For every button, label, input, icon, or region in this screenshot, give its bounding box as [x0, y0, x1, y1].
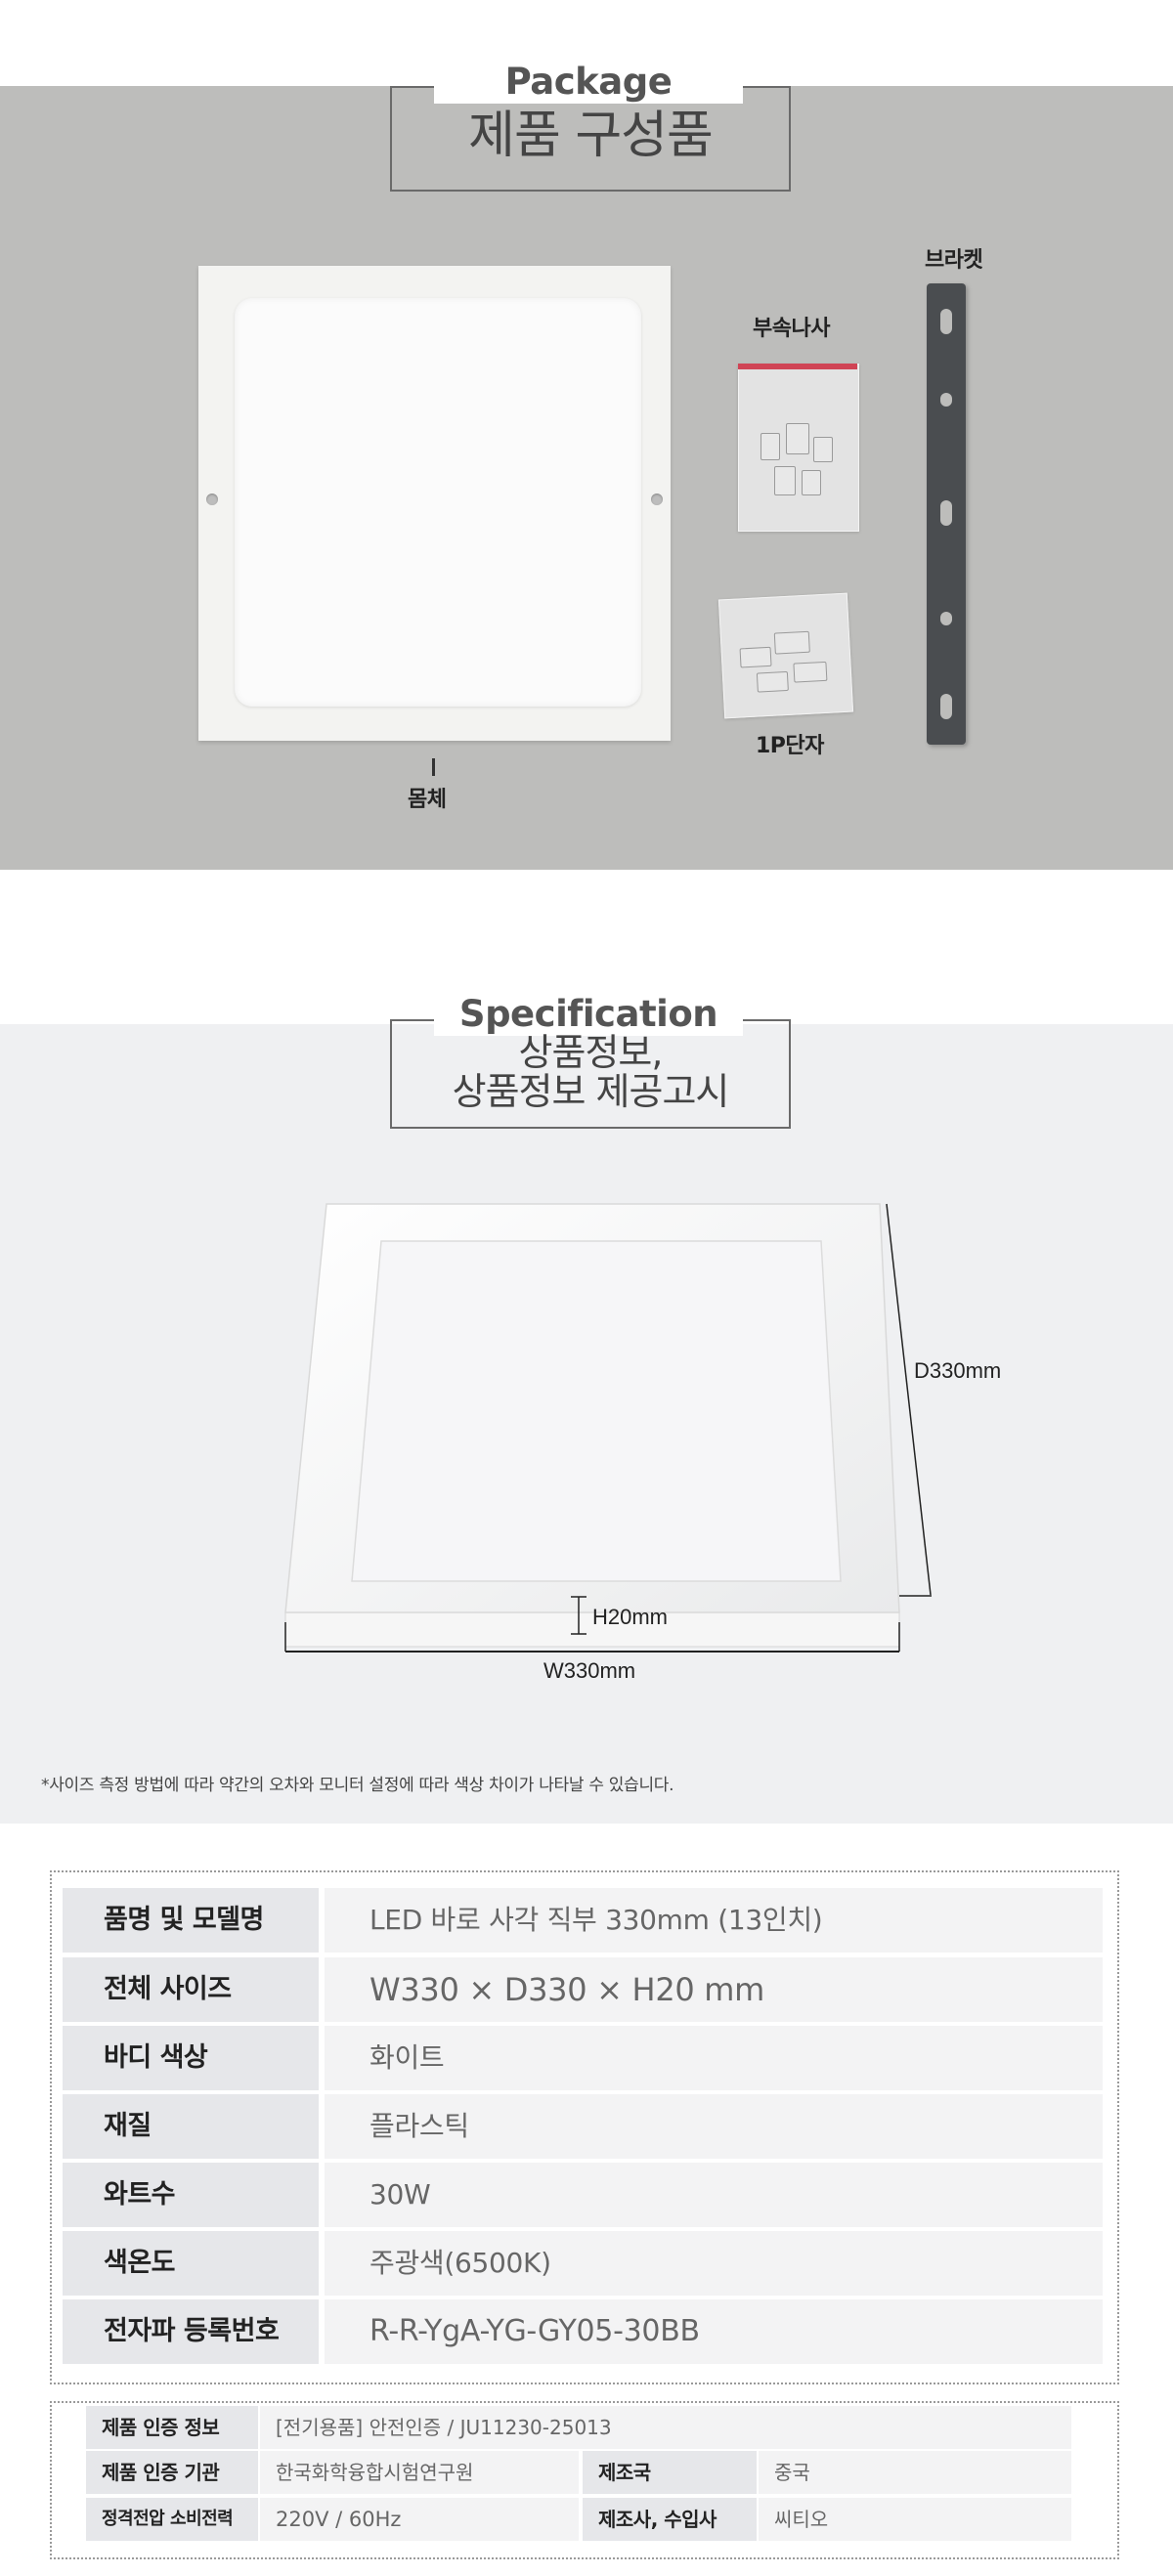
maker-key: 제조사, 수입사	[583, 2498, 757, 2541]
spec-value-emc-registration: R-R-YgA-YG-GY05-30BB	[325, 2299, 1103, 2364]
maker-value: 씨티오	[759, 2498, 1071, 2541]
bracket-slot	[940, 612, 952, 625]
origin-key: 제조국	[583, 2451, 757, 2494]
package-title: 제품 구성품	[468, 107, 714, 165]
power-value: 220V / 60Hz	[260, 2498, 579, 2541]
mounting-hole-right	[651, 494, 663, 505]
spec-value-size: W330 × D330 × H20 mm	[325, 1957, 1103, 2022]
bracket-slot	[940, 694, 952, 719]
height-dimension-label: H20mm	[592, 1605, 669, 1629]
screw-piece	[802, 470, 821, 495]
specification-caption: Specification	[434, 993, 743, 1036]
table-row: 전체 사이즈 W330 × D330 × H20 mm	[63, 1957, 1103, 2022]
spec-value-model: LED 바로 사각 직부 330mm (13인치)	[325, 1888, 1103, 1953]
size-disclaimer-note: *사이즈 측정 방법에 따라 약간의 오차와 모니터 설정에 따라 색상 차이가…	[41, 1776, 674, 1795]
screws-bag	[738, 364, 859, 532]
cert-info-value: [전기용품] 안전인증 / JU11230-25013	[260, 2406, 1071, 2449]
bag-seal-strip	[738, 364, 857, 369]
cert-org-value: 한국화학융합시험연구원	[260, 2451, 579, 2494]
panel-diffuser	[351, 1240, 842, 1582]
table-row: 재질 플라스틱	[63, 2094, 1103, 2159]
specification-title-line2: 상품정보 제공고시	[452, 1070, 730, 1113]
spec-key-color: 바디 색상	[63, 2026, 319, 2090]
bracket-label: 브라켓	[925, 248, 983, 273]
light-diffuser	[235, 298, 641, 707]
package-caption: Package	[434, 61, 743, 104]
screw-piece	[760, 433, 780, 460]
spec-key-wattage: 와트수	[63, 2163, 319, 2227]
bracket-slot	[940, 500, 952, 526]
cert-org-key: 제품 인증 기관	[86, 2451, 258, 2494]
bracket	[927, 283, 966, 745]
terminal-piece	[739, 646, 772, 668]
bracket-slot	[940, 393, 952, 407]
depth-dimension-label: D330mm	[914, 1358, 1002, 1383]
product-dimension-drawing	[284, 1203, 932, 1653]
screws-label: 부속나사	[753, 317, 830, 341]
spec-key-material: 재질	[63, 2094, 319, 2159]
body-label: 몸체	[408, 788, 447, 812]
spec-value-color-temperature: 주광색(6500K)	[325, 2231, 1103, 2296]
table-row: 색온도 주광색(6500K)	[63, 2231, 1103, 2296]
power-key: 정격전압 소비전력	[86, 2498, 258, 2541]
spec-value-material: 플라스틱	[325, 2094, 1103, 2159]
terminal-label: 1P단자	[756, 734, 824, 758]
spec-key-size: 전체 사이즈	[63, 1957, 319, 2022]
table-row: 와트수 30W	[63, 2163, 1103, 2227]
table-row: 품명 및 모델명 LED 바로 사각 직부 330mm (13인치)	[63, 1888, 1103, 1953]
terminal-piece	[793, 661, 828, 683]
table-row: 바디 색상 화이트	[63, 2026, 1103, 2090]
bracket-slot	[940, 309, 952, 334]
terminal-piece	[773, 630, 810, 655]
specification-title-line1: 상품정보,	[518, 1031, 664, 1074]
screw-piece	[786, 423, 809, 454]
cert-info-key: 제품 인증 정보	[86, 2406, 258, 2449]
terminal-bag	[717, 592, 854, 719]
body-label-tick	[432, 758, 435, 776]
mounting-hole-left	[206, 494, 218, 505]
spec-key-model: 품명 및 모델명	[63, 1888, 319, 1953]
spec-key-color-temperature: 색온도	[63, 2231, 319, 2296]
spec-value-color: 화이트	[325, 2026, 1103, 2090]
spec-key-emc-registration: 전자파 등록번호	[63, 2299, 319, 2364]
terminal-piece	[756, 670, 789, 693]
spec-value-wattage: 30W	[325, 2163, 1103, 2227]
screw-piece	[813, 437, 833, 462]
screw-piece	[774, 466, 796, 495]
origin-value: 중국	[759, 2451, 1071, 2494]
table-row: 전자파 등록번호 R-R-YgA-YG-GY05-30BB	[63, 2299, 1103, 2364]
width-dimension-label: W330mm	[543, 1658, 636, 1683]
